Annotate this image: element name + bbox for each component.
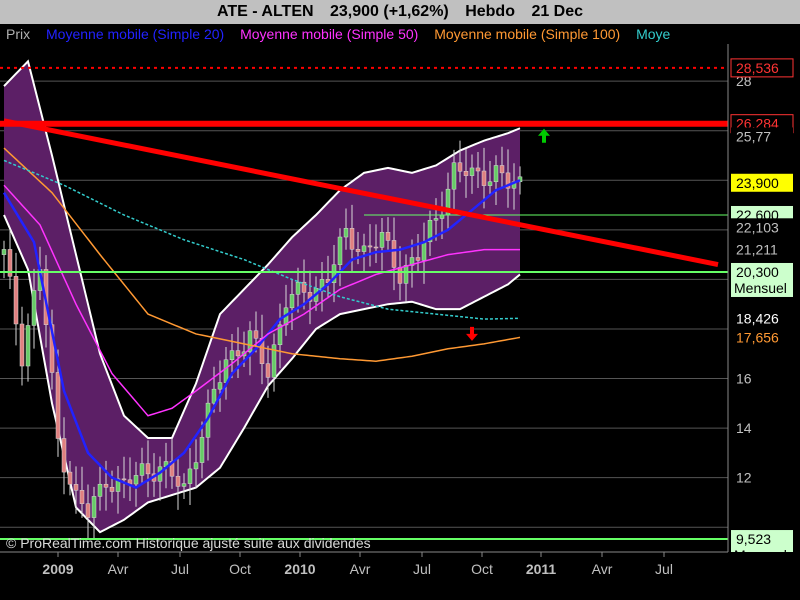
candle-body xyxy=(295,281,301,295)
candle-body xyxy=(397,267,403,284)
candle-body xyxy=(61,438,67,473)
chart-title-bar: ATE - ALTEN 23,900 (+1,62%) Hebdo 21 Dec xyxy=(0,0,800,24)
candle-body xyxy=(25,325,31,367)
candle-body xyxy=(67,471,73,485)
candle-body xyxy=(499,165,505,174)
legend-item-truncated: Moye xyxy=(636,26,671,42)
x-tick-label: Jul xyxy=(413,561,431,577)
candle-body xyxy=(97,483,103,497)
price-label-text: 17,656 xyxy=(736,330,779,346)
price-label-sub: Mensuel xyxy=(734,280,787,296)
candle-body xyxy=(103,483,109,488)
candle-body xyxy=(211,388,217,404)
y-axis: 1214162828,53626,28425,7723,90022,60022,… xyxy=(727,44,800,565)
price-label-text: 22,103 xyxy=(736,219,779,235)
price-label-text: 23,900 xyxy=(736,175,779,191)
candle-body xyxy=(391,240,397,268)
price-chart: 1214162828,53626,28425,7723,90022,60022,… xyxy=(0,0,800,600)
y-tick-label: 16 xyxy=(736,371,752,387)
candle-body xyxy=(481,170,487,186)
candle-body xyxy=(79,490,85,504)
legend-item-sma50: Moyenne mobile (Simple 50) xyxy=(240,26,419,42)
candle-body xyxy=(253,330,259,339)
candle-body xyxy=(385,232,391,241)
x-tick-label: Oct xyxy=(229,561,251,577)
candle-body xyxy=(379,232,385,248)
candle-body xyxy=(421,241,427,261)
candle-body xyxy=(337,236,343,265)
candle-body xyxy=(55,372,61,439)
candle-body xyxy=(463,170,469,176)
x-tick-label: Jul xyxy=(655,561,673,577)
x-tick-label: Avr xyxy=(108,561,129,577)
legend-item-sma100: Moyenne mobile (Simple 100) xyxy=(434,26,621,42)
candle-body xyxy=(109,486,115,492)
candle-body xyxy=(229,350,235,361)
candle-body xyxy=(487,181,493,186)
candle-body xyxy=(451,162,457,190)
candle-body xyxy=(133,475,139,485)
y-tick-label: 14 xyxy=(736,420,752,436)
candle-body xyxy=(73,484,79,491)
legend-item-sma20: Moyenne mobile (Simple 20) xyxy=(46,26,225,42)
candle-body xyxy=(349,228,355,250)
candle-body xyxy=(475,167,481,172)
credit-text: © ProRealTime.com Historique ajusté suit… xyxy=(6,535,371,551)
candle-body xyxy=(217,382,223,390)
candle-body xyxy=(367,245,373,248)
x-tick-label: 2011 xyxy=(526,561,557,577)
candle-body xyxy=(91,496,97,518)
candle-body xyxy=(145,463,151,475)
candle-body xyxy=(493,165,499,183)
legend: Prix Moyenne mobile (Simple 20) Moyenne … xyxy=(6,25,682,43)
price-label-text: 21,211 xyxy=(736,241,778,257)
x-tick-label: Jul xyxy=(171,561,189,577)
date-label: 21 Dec xyxy=(531,3,584,20)
period-label: Hebdo xyxy=(465,3,515,20)
candle-body xyxy=(121,478,127,481)
candle-body xyxy=(289,294,295,309)
candle-body xyxy=(415,257,421,261)
candle-body xyxy=(187,468,193,484)
candle-body xyxy=(175,475,181,487)
legend-item-prix: Prix xyxy=(6,26,31,42)
candle-body xyxy=(139,463,145,476)
x-tick-label: Avr xyxy=(592,561,613,577)
candle-body xyxy=(85,503,91,518)
candle-body xyxy=(181,483,187,487)
x-tick-label: 2009 xyxy=(42,561,73,577)
candle-body xyxy=(439,214,445,219)
candle-body xyxy=(199,437,205,463)
candle-body xyxy=(403,265,409,284)
x-tick-label: 2010 xyxy=(284,561,315,577)
symbol-title: ATE - ALTEN xyxy=(216,3,314,20)
candle-body xyxy=(265,363,271,378)
candle-body xyxy=(235,350,241,357)
candle-body xyxy=(361,245,367,252)
candle-body xyxy=(469,167,475,176)
candle-body xyxy=(373,246,379,249)
x-tick-label: Oct xyxy=(471,561,493,577)
candle-body xyxy=(433,218,439,221)
price-label-text: 18,426 xyxy=(736,310,779,326)
x-axis: 2009 Avr Jul Oct 2010 Avr Jul Oct 2011 Avr Jul xyxy=(0,551,800,600)
candle-body xyxy=(223,359,229,383)
candle-body xyxy=(355,249,361,252)
candle-body xyxy=(19,323,25,367)
candle-body xyxy=(31,290,37,326)
candle-body xyxy=(13,276,19,325)
candle-body xyxy=(193,462,199,470)
price-label-text: 9,523 xyxy=(736,531,771,547)
candle-body xyxy=(457,162,463,172)
price-label-text: 20,300 xyxy=(736,264,779,280)
y-tick-label: 12 xyxy=(736,470,752,486)
price-label-text: 28,536 xyxy=(736,60,779,76)
price-change: 23,900 (+1,62%) xyxy=(330,3,449,20)
x-tick-label: Avr xyxy=(350,561,371,577)
candle-body xyxy=(343,228,349,238)
candle-body xyxy=(1,249,7,255)
price-label-text: 25,77 xyxy=(736,128,771,144)
